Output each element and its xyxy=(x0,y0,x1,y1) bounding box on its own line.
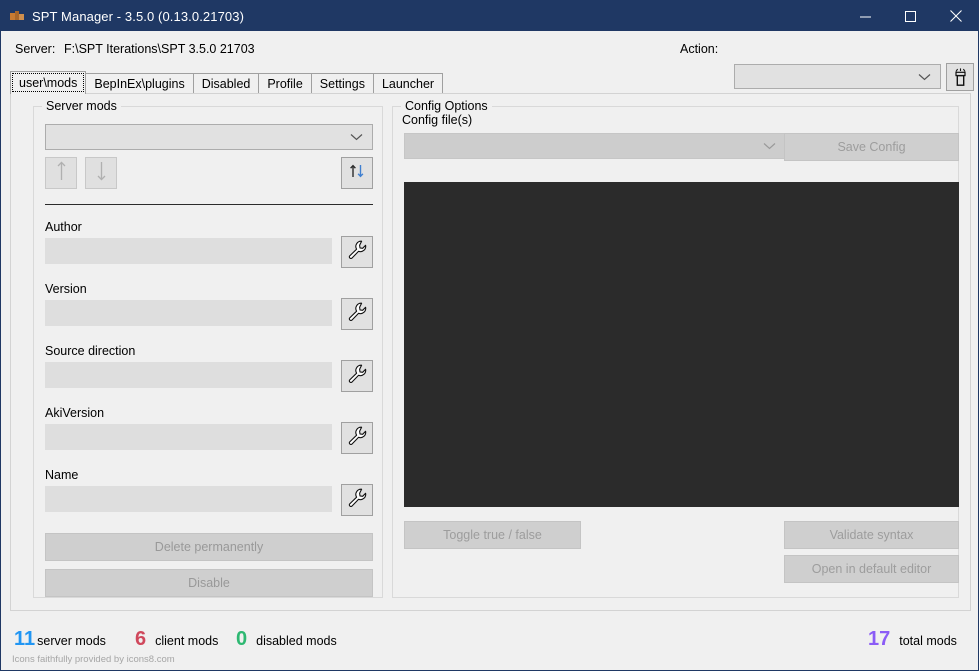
move-up-button[interactable] xyxy=(45,157,77,189)
tab-bepinex-plugins[interactable]: BepInEx\plugins xyxy=(85,73,194,94)
status-disabled-mods-count: 0 xyxy=(236,628,248,650)
status-disabled-mods-label: disabled mods xyxy=(256,634,337,648)
tab-user-mods[interactable]: user\mods xyxy=(10,71,87,94)
section-divider xyxy=(45,204,373,205)
toolbar: Server: F:\SPT Iterations\SPT 3.5.0 2170… xyxy=(2,31,978,91)
status-total-mods-label: total mods xyxy=(899,634,957,648)
source-direction-label: Source direction xyxy=(45,344,136,358)
window-controls xyxy=(843,1,978,31)
chevron-down-icon xyxy=(350,128,363,146)
name-field[interactable] xyxy=(45,486,332,512)
server-label: Server: xyxy=(15,42,56,56)
action-label: Action: xyxy=(680,42,719,56)
status-server-mods-count: 11 xyxy=(14,628,36,650)
server-path-value: F:\SPT Iterations\SPT 3.5.0 21703 xyxy=(64,42,255,56)
arrow-down-icon xyxy=(97,161,106,186)
author-edit-button[interactable] xyxy=(341,236,373,268)
sort-button[interactable] xyxy=(341,157,373,189)
mods-select[interactable] xyxy=(45,124,373,150)
server-mods-group-title: Server mods xyxy=(42,99,121,113)
minimize-icon[interactable] xyxy=(843,1,888,31)
disable-button[interactable]: Disable xyxy=(45,569,373,597)
status-bar: 11 server mods 6 client mods 0 disabled … xyxy=(2,611,978,669)
name-edit-button[interactable] xyxy=(341,484,373,516)
version-edit-button[interactable] xyxy=(341,298,373,330)
author-label: Author xyxy=(45,220,82,234)
author-field[interactable] xyxy=(45,238,332,264)
save-config-button[interactable]: Save Config xyxy=(784,133,959,161)
validate-syntax-button[interactable]: Validate syntax xyxy=(784,521,959,549)
status-total-mods-count: 17 xyxy=(868,628,891,650)
tab-strip: user\mods BepInEx\plugins Disabled Profi… xyxy=(10,71,971,94)
source-direction-field[interactable] xyxy=(45,362,332,388)
status-client-mods-label: client mods xyxy=(155,634,219,648)
tab-profile[interactable]: Profile xyxy=(258,73,312,94)
wrench-icon xyxy=(348,240,367,264)
akiversion-label: AkiVersion xyxy=(45,406,105,420)
arrow-up-icon xyxy=(57,160,66,186)
wrench-icon xyxy=(348,302,367,326)
title-bar: SPT Manager - 3.5.0 (0.13.0.21703) xyxy=(1,1,978,31)
akiversion-edit-button[interactable] xyxy=(341,422,373,454)
server-mods-group: Server mods Author Version Source direct… xyxy=(33,99,383,598)
config-editor[interactable] xyxy=(404,182,959,507)
wrench-icon xyxy=(348,426,367,450)
config-options-group: Config Options Config file(s) Save Confi… xyxy=(392,99,959,598)
toggle-true-false-button[interactable]: Toggle true / false xyxy=(404,521,581,549)
move-down-button[interactable] xyxy=(85,157,117,189)
app-icon xyxy=(9,8,25,24)
status-server-mods: 11 server mods xyxy=(14,628,106,651)
status-server-mods-label: server mods xyxy=(37,634,106,648)
config-files-select[interactable] xyxy=(404,133,786,159)
status-client-mods: 6 client mods xyxy=(135,628,218,651)
status-total-mods: 17 total mods xyxy=(868,628,957,651)
version-label: Version xyxy=(45,282,87,296)
maximize-icon[interactable] xyxy=(888,1,933,31)
config-options-group-title: Config Options xyxy=(401,99,492,113)
window-title: SPT Manager - 3.5.0 (0.13.0.21703) xyxy=(32,8,245,24)
name-label: Name xyxy=(45,468,79,482)
tab-launcher[interactable]: Launcher xyxy=(372,73,444,94)
version-field[interactable] xyxy=(45,300,332,326)
akiversion-field[interactable] xyxy=(45,424,332,450)
source-direction-edit-button[interactable] xyxy=(341,360,373,392)
chevron-down-icon xyxy=(763,137,776,155)
open-in-default-editor-button[interactable]: Open in default editor xyxy=(784,555,959,583)
status-client-mods-count: 6 xyxy=(135,628,147,650)
sort-updown-icon xyxy=(349,163,365,184)
wrench-icon xyxy=(348,488,367,512)
tab-settings[interactable]: Settings xyxy=(310,73,374,94)
delete-permanently-button[interactable]: Delete permanently xyxy=(45,533,373,561)
application-window: SPT Manager - 3.5.0 (0.13.0.21703) Serve… xyxy=(0,0,979,671)
config-files-label: Config file(s) xyxy=(402,113,473,127)
status-disabled-mods: 0 disabled mods xyxy=(236,628,337,651)
icons-credit: Icons faithfully provided by icons8.com xyxy=(12,654,175,665)
tab-page: Server mods Author Version Source direct… xyxy=(10,93,971,611)
wrench-icon xyxy=(348,364,367,388)
tab-disabled[interactable]: Disabled xyxy=(192,73,260,94)
close-icon[interactable] xyxy=(933,1,978,31)
